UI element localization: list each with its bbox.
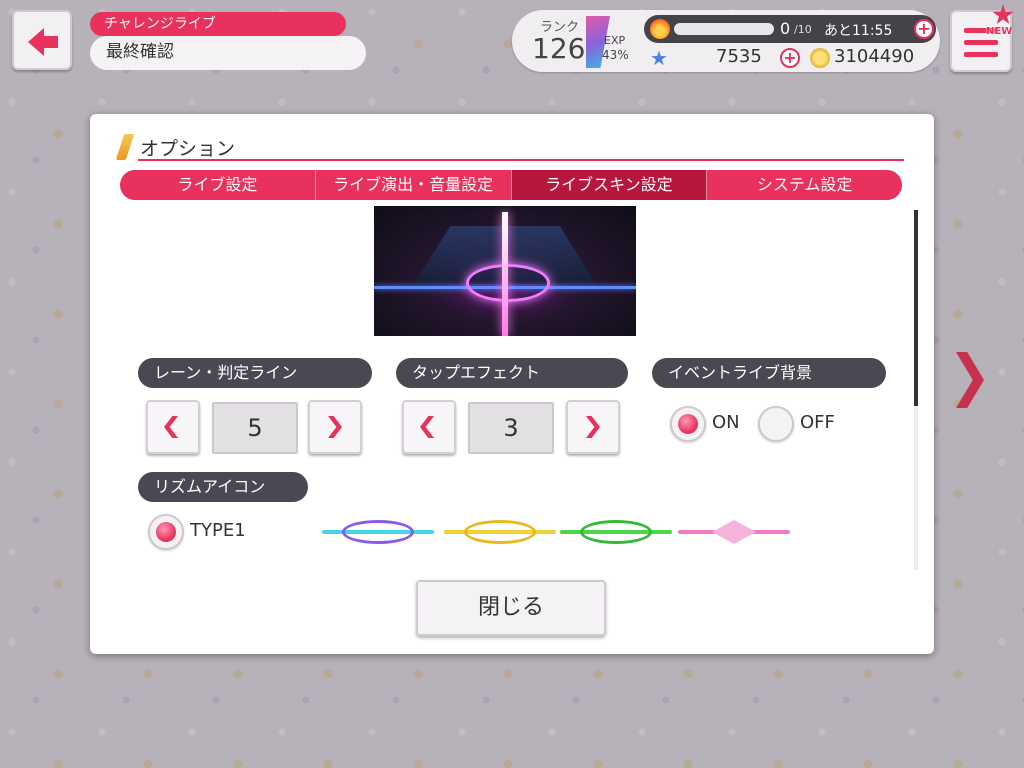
skin-preview-image [374,206,636,336]
stamina-max: /10 [794,23,812,36]
rank-value: 126 [532,32,586,65]
stamina-value: 0 [780,19,791,38]
rhythm-icon-label: リズムアイコン [138,472,308,502]
exp-label: EXP [604,34,626,47]
stamina-bar: 0 /10 あと11:55 + [644,15,936,43]
rhythm-ring [342,520,414,544]
tap-effect-label: タップエフェクト [396,358,628,388]
new-badge: NEW [984,4,1022,42]
coin-count: 3104490 [834,46,915,67]
tab-system[interactable]: システム設定 [707,170,902,200]
star-icon: ★ [650,46,668,70]
tab-live-settings[interactable]: ライブ設定 [120,170,316,200]
stamina-plus-icon[interactable]: + [914,19,934,39]
chevron-left-icon [164,416,178,438]
close-button[interactable]: 閉じる [416,580,606,636]
exp-percent: 43% [602,48,629,62]
event-bg-on-label: ON [712,412,740,433]
player-status: ランク 126 EXP 43% 0 /10 あと11:55 + ★ 7535 +… [512,10,940,72]
lane-prev-button[interactable] [146,400,200,454]
option-tabs: ライブ設定 ライブ演出・音量設定 ライブスキン設定 システム設定 [120,170,902,200]
preview-ring [466,264,550,302]
tap-effect-next-button[interactable] [566,400,620,454]
rhythm-icon-green [560,518,672,546]
stamina-track [674,23,774,35]
lane-value: 5 [212,402,298,454]
rhythm-icon-yellow [444,518,556,546]
rhythm-icon-pink [678,518,790,546]
stage-title: 最終確認 [90,36,366,70]
tap-effect-value: 3 [468,402,554,454]
title-divider [138,159,904,161]
menu-line-icon [964,52,998,57]
chevron-left-icon [420,416,434,438]
tap-effect-prev-button[interactable] [402,400,456,454]
modal-title: オプション [140,138,236,160]
event-bg-off-label: OFF [800,412,835,433]
event-bg-label: イベントライブ背景 [652,358,886,388]
back-arrow-icon [28,28,58,56]
preview-beam [502,212,508,336]
star-plus-icon[interactable]: + [780,48,800,68]
lane-next-button[interactable] [308,400,362,454]
tab-effect-volume[interactable]: ライブ演出・音量設定 [316,170,512,200]
options-modal: オプション ライブ設定 ライブ演出・音量設定 ライブスキン設定 システム設定 レ… [90,114,934,654]
stage-tag: チャレンジライブ [90,12,346,36]
new-badge-text: NEW [986,26,1013,37]
lane-label: レーン・判定ライン [138,358,372,388]
flame-icon [650,19,670,39]
title-decoration-icon [115,134,135,160]
new-star-icon [992,4,1014,25]
stamina-timer: あと11:55 [824,23,893,39]
coin-icon [810,48,830,68]
rhythm-ring [580,520,652,544]
tab-live-skin[interactable]: ライブスキン設定 [511,170,708,200]
rhythm-ring [464,520,536,544]
rhythm-type-label: TYPE1 [190,520,246,541]
chevron-right-icon [586,416,600,438]
rhythm-diamond [712,520,756,544]
scrollbar-thumb[interactable] [914,210,918,406]
event-bg-off-radio[interactable] [758,406,794,442]
rhythm-type-radio[interactable] [148,514,184,550]
back-button[interactable] [12,10,72,70]
chevron-right-icon [328,416,342,438]
stage-info: チャレンジライブ 最終確認 [90,12,366,70]
rhythm-icon-blue [322,518,434,546]
event-bg-on-radio[interactable] [670,406,706,442]
star-count: 7535 [716,46,762,67]
